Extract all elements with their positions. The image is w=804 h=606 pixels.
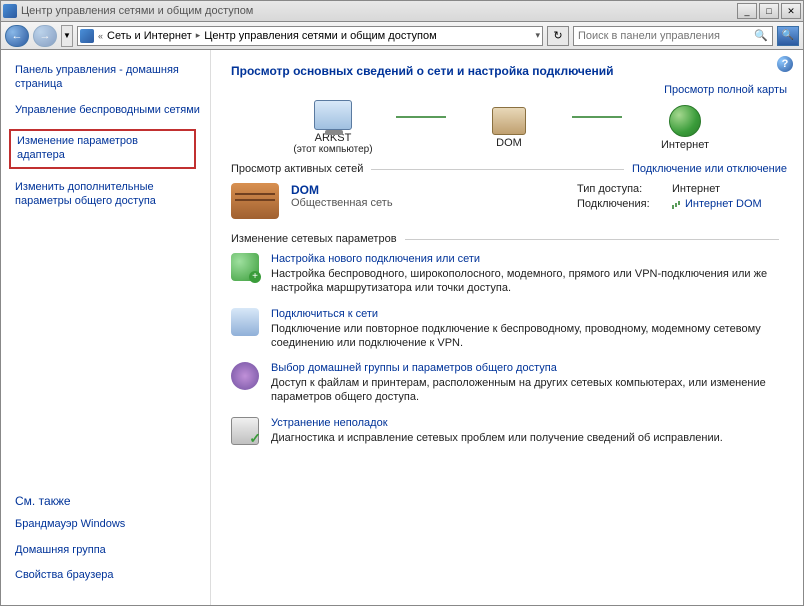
see-also-firewall[interactable]: Брандмауэр Windows bbox=[15, 518, 200, 532]
breadcrumb-sep-icon: « bbox=[98, 31, 103, 41]
chevron-right-icon: ▸ bbox=[196, 30, 201, 41]
troubleshoot-icon bbox=[231, 417, 259, 445]
breadcrumb-part2[interactable]: Центр управления сетями и общим доступом bbox=[204, 30, 436, 42]
signal-icon bbox=[672, 199, 682, 209]
sidebar-link-wireless[interactable]: Управление беспроводными сетями bbox=[15, 104, 200, 118]
sidebar-link-home[interactable]: Панель управления - домашняя страница bbox=[15, 64, 200, 92]
search-box[interactable]: 🔍 bbox=[573, 26, 773, 46]
address-bar[interactable]: « Сеть и Интернет ▸ Центр управления сет… bbox=[77, 26, 543, 46]
task-new-connection: Настройка нового подключения или сети На… bbox=[231, 253, 787, 296]
connect-network-icon bbox=[231, 308, 259, 336]
navbar: ← → ▼ « Сеть и Интернет ▸ Центр управлен… bbox=[0, 22, 804, 50]
connect-disconnect-link[interactable]: Подключение или отключение bbox=[632, 163, 787, 175]
computer-icon bbox=[314, 100, 352, 130]
new-connection-icon bbox=[231, 253, 259, 281]
network-device-icon bbox=[492, 107, 526, 135]
task-homegroup-link[interactable]: Выбор домашней группы и параметров общег… bbox=[271, 362, 787, 374]
change-settings-section: Изменение сетевых параметров Настройка н… bbox=[231, 233, 787, 445]
connection-line-icon bbox=[572, 116, 622, 118]
see-also-browser[interactable]: Свойства браузера bbox=[15, 569, 200, 583]
minimize-button[interactable]: _ bbox=[737, 3, 757, 19]
homegroup-icon bbox=[231, 362, 259, 390]
chevron-down-icon[interactable]: ▾ bbox=[535, 30, 540, 41]
task-new-connection-desc: Настройка беспроводного, широкополосного… bbox=[271, 267, 787, 296]
connection-link[interactable]: Интернет DOM bbox=[685, 198, 762, 210]
see-also-heading: См. также bbox=[15, 494, 200, 508]
active-networks-section: Просмотр активных сетей Подключение или … bbox=[231, 163, 787, 219]
breadcrumb-part1[interactable]: Сеть и Интернет bbox=[107, 30, 192, 42]
netmap-this-computer: ARKST (этот компьютер) bbox=[278, 100, 388, 155]
change-settings-title: Изменение сетевых параметров bbox=[231, 233, 397, 245]
task-connect-desc: Подключение или повторное подключение к … bbox=[271, 322, 787, 351]
access-type-label: Тип доступа: bbox=[577, 183, 672, 195]
network-map: ARKST (этот компьютер) DOM Интернет bbox=[231, 100, 787, 155]
search-input[interactable] bbox=[578, 30, 748, 42]
sidebar-link-sharing[interactable]: Изменить дополнительные параметры общего… bbox=[15, 181, 200, 209]
refresh-button[interactable]: ↻ bbox=[547, 26, 569, 46]
task-homegroup-desc: Доступ к файлам и принтерам, расположенн… bbox=[271, 376, 787, 405]
forward-button[interactable]: → bbox=[33, 25, 57, 47]
main-content: Просмотр основных сведений о сети и наст… bbox=[211, 50, 803, 605]
task-connect-link[interactable]: Подключиться к сети bbox=[271, 308, 787, 320]
access-type-value: Интернет bbox=[672, 183, 720, 195]
history-dropdown[interactable]: ▼ bbox=[61, 25, 73, 47]
globe-icon bbox=[669, 105, 701, 137]
netmap-internet: Интернет bbox=[630, 105, 740, 151]
public-network-icon bbox=[231, 183, 279, 219]
help-icon[interactable]: ? bbox=[777, 56, 793, 72]
back-button[interactable]: ← bbox=[5, 25, 29, 47]
sidebar: Панель управления - домашняя страница Уп… bbox=[1, 50, 211, 605]
address-icon bbox=[80, 29, 94, 43]
task-connect: Подключиться к сети Подключение или повт… bbox=[231, 308, 787, 351]
netmap-router: DOM bbox=[454, 107, 564, 149]
titlebar: Центр управления сетями и общим доступом… bbox=[0, 0, 804, 22]
network-properties: Тип доступа: Интернет Подключения: Интер… bbox=[577, 183, 787, 219]
close-button[interactable]: ✕ bbox=[781, 3, 801, 19]
page-title: Просмотр основных сведений о сети и наст… bbox=[231, 64, 787, 78]
task-troubleshoot-link[interactable]: Устранение неполадок bbox=[271, 417, 723, 429]
network-name[interactable]: DOM bbox=[291, 183, 565, 197]
full-map-link[interactable]: Просмотр полной карты bbox=[664, 84, 787, 96]
app-icon bbox=[3, 4, 17, 18]
sidebar-link-adapter-settings[interactable]: Изменение параметров адаптера bbox=[9, 129, 196, 169]
active-networks-title: Просмотр активных сетей bbox=[231, 163, 363, 175]
see-also-homegroup[interactable]: Домашняя группа bbox=[15, 544, 200, 558]
task-troubleshoot: Устранение неполадок Диагностика и испра… bbox=[231, 417, 787, 445]
search-button[interactable]: 🔍 bbox=[777, 26, 799, 46]
task-homegroup: Выбор домашней группы и параметров общег… bbox=[231, 362, 787, 405]
connection-line-icon bbox=[396, 116, 446, 118]
network-type: Общественная сеть bbox=[291, 197, 565, 209]
maximize-button[interactable]: □ bbox=[759, 3, 779, 19]
task-new-connection-link[interactable]: Настройка нового подключения или сети bbox=[271, 253, 787, 265]
window-title: Центр управления сетями и общим доступом bbox=[21, 5, 737, 17]
connections-label: Подключения: bbox=[577, 198, 672, 210]
search-icon: 🔍 bbox=[754, 29, 768, 42]
task-troubleshoot-desc: Диагностика и исправление сетевых пробле… bbox=[271, 431, 723, 445]
